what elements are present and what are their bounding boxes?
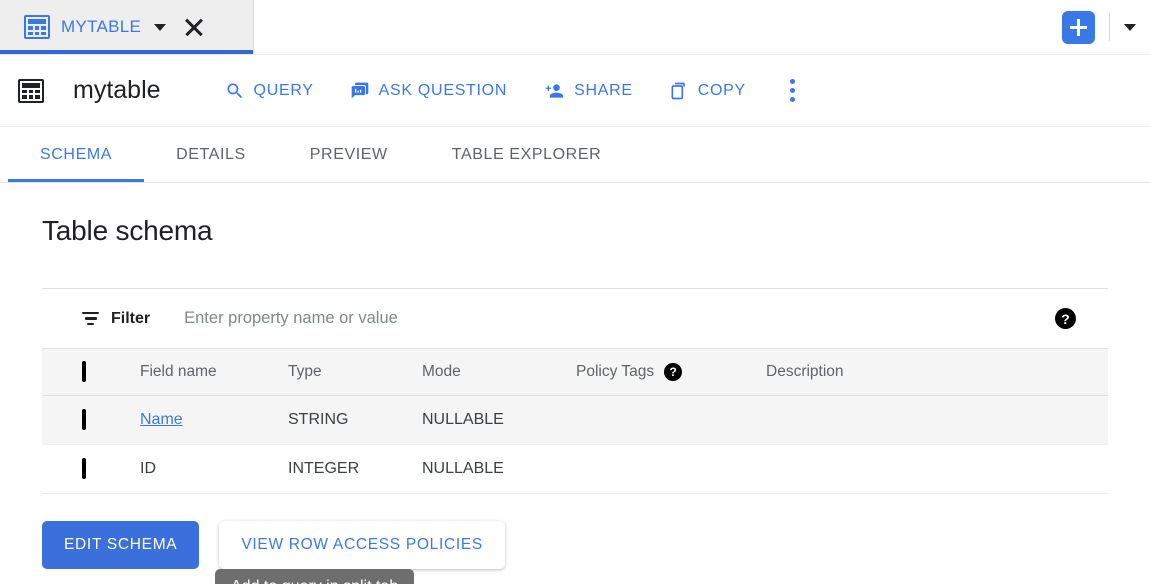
cell-field-name[interactable]: ID — [140, 445, 288, 494]
detail-tabs: SCHEMA DETAILS PREVIEW TABLE EXPLORER — [0, 127, 1150, 183]
browser-tab-strip: MYTABLE — [0, 0, 1150, 55]
chat-chart-icon — [350, 81, 370, 101]
chevron-down-icon[interactable] — [154, 24, 166, 31]
cell-type: STRING — [288, 396, 422, 445]
row-checkbox[interactable] — [82, 458, 86, 479]
cell-policy-tags — [576, 445, 766, 494]
filter-bar: Filter ? — [42, 289, 1108, 349]
cell-field-name: Name — [140, 396, 288, 445]
column-header-field-name[interactable]: Field name — [140, 349, 288, 396]
kebab-menu-icon[interactable] — [774, 69, 811, 112]
share-button[interactable]: SHARE — [525, 73, 651, 109]
tab-details[interactable]: DETAILS — [144, 127, 278, 182]
add-tab-button[interactable] — [1062, 11, 1095, 44]
tab-schema[interactable]: SCHEMA — [8, 127, 144, 182]
cell-type: INTEGER — [288, 445, 422, 494]
help-icon[interactable]: ? — [1055, 308, 1076, 329]
table-row[interactable]: ID INTEGER NULLABLE — [42, 445, 1108, 494]
column-header-policy-tags-label: Policy Tags — [576, 363, 654, 381]
edit-schema-button[interactable]: EDIT SCHEMA — [42, 521, 199, 569]
row-checkbox-cell — [42, 445, 140, 494]
tab-preview[interactable]: PREVIEW — [278, 127, 420, 182]
tab-schema-label: SCHEMA — [40, 146, 112, 164]
query-label: QUERY — [254, 82, 314, 100]
column-header-mode[interactable]: Mode — [422, 349, 576, 396]
page-title: mytable — [73, 76, 161, 105]
ask-question-button[interactable]: ASK QUESTION — [332, 73, 525, 109]
search-input[interactable] — [184, 309, 1055, 328]
copy-button[interactable]: COPY — [651, 73, 764, 109]
close-icon[interactable] — [183, 16, 205, 38]
view-row-access-policies-button[interactable]: VIEW ROW ACCESS POLICIES — [219, 521, 505, 569]
copy-icon — [669, 81, 689, 101]
tab-preview-label: PREVIEW — [310, 146, 388, 164]
copy-label: COPY — [698, 82, 746, 100]
header-actions: QUERY ASK QUESTION SHARE — [207, 69, 811, 112]
table-row[interactable]: Name STRING NULLABLE — [42, 396, 1108, 445]
row-checkbox-cell — [42, 396, 140, 445]
filter-label: Filter — [111, 310, 150, 328]
cell-description — [766, 445, 1108, 494]
column-header-type[interactable]: Type — [288, 349, 422, 396]
section-title: Table schema — [42, 183, 1108, 247]
schema-actions: EDIT SCHEMA VIEW ROW ACCESS POLICIES — [42, 494, 1108, 569]
select-all-checkbox[interactable] — [82, 361, 86, 382]
help-icon[interactable]: ? — [664, 363, 682, 381]
column-header-policy-tags[interactable]: Policy Tags ? — [576, 349, 766, 396]
tooltip: Add to query in split tab — [215, 569, 414, 584]
cell-policy-tags — [576, 396, 766, 445]
person-add-icon — [543, 81, 565, 101]
share-label: SHARE — [574, 82, 633, 100]
select-all-header — [42, 349, 140, 396]
row-checkbox[interactable] — [82, 409, 86, 430]
tab-mytable[interactable]: MYTABLE — [0, 0, 254, 54]
cell-description — [766, 396, 1108, 445]
tab-table-explorer-label: TABLE EXPLORER — [452, 146, 602, 164]
table-icon — [18, 79, 44, 103]
tab-table-explorer[interactable]: TABLE EXPLORER — [420, 127, 634, 182]
schema-panel: Table schema Filter ? Field name Type Mo… — [0, 183, 1150, 569]
table-header-row: Field name Type Mode Policy Tags ? Descr… — [42, 349, 1108, 396]
tab-details-label: DETAILS — [176, 146, 246, 164]
tab-overflow-chevron-down-icon[interactable] — [1124, 24, 1136, 31]
tab-label: MYTABLE — [61, 17, 141, 37]
field-name-link[interactable]: Name — [140, 411, 183, 428]
ask-question-label: ASK QUESTION — [379, 82, 507, 100]
filter-list-icon — [82, 312, 99, 326]
cell-mode: NULLABLE — [422, 445, 576, 494]
table-icon — [24, 15, 50, 39]
schema-table: Field name Type Mode Policy Tags ? Descr… — [42, 349, 1108, 494]
search-icon — [225, 81, 245, 101]
table-header: Field name Type Mode Policy Tags ? Descr… — [42, 349, 1108, 396]
table-body: Name STRING NULLABLE ID INTEGER NULLABLE — [42, 396, 1108, 494]
cell-mode: NULLABLE — [422, 396, 576, 445]
divider — [1109, 13, 1110, 41]
table-header-bar: mytable QUERY ASK QUESTION — [0, 55, 1150, 127]
query-button[interactable]: QUERY — [207, 73, 332, 109]
column-header-description[interactable]: Description — [766, 349, 1108, 396]
tab-strip-right-controls — [1062, 0, 1150, 54]
